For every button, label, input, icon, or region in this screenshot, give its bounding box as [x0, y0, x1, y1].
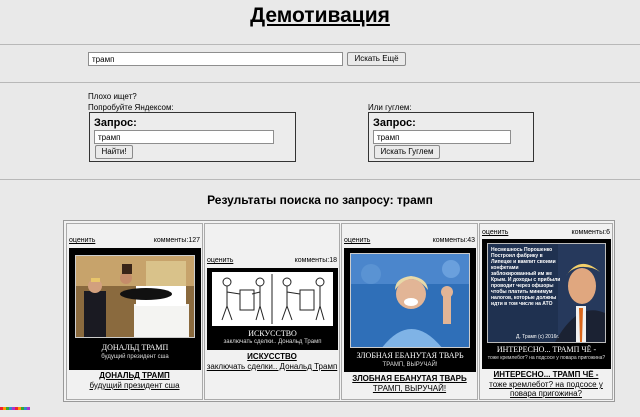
demotivator-image[interactable]: ИСКУССТВО заключать сделки.. Дональд Тра…: [207, 268, 338, 350]
divider: [0, 179, 640, 180]
poster-title: ИНТЕРЕСНО... ТРАМП ЧЁ -: [496, 345, 597, 354]
poster-photo: Несмешнось Порошенко Построил фабрику в …: [487, 243, 606, 343]
site-logo[interactable]: [0, 405, 40, 415]
rate-link[interactable]: оценить: [69, 237, 95, 244]
page-title[interactable]: Демотивация: [0, 4, 640, 28]
comments-count[interactable]: комменты:43: [433, 237, 475, 244]
yandex-find-button[interactable]: Найти!: [95, 145, 133, 159]
result-card: оценить комменты:127 ДОНАЛЬД ТРАМП будущ…: [66, 223, 203, 400]
search-input[interactable]: [88, 52, 343, 66]
result-card: оценить комменты:6 Несмешнось Порошенко …: [479, 223, 613, 400]
poster-photo: [350, 253, 470, 348]
rate-link[interactable]: оценить: [482, 229, 508, 236]
divider: [0, 82, 640, 83]
card-title-link[interactable]: ИНТЕРЕСНО... ТРАМП ЧЁ -: [480, 370, 612, 379]
poster-subtitle: ТРАМП, ВЫРУЧАЙ!: [382, 362, 438, 368]
results-grid: оценить комменты:127 ДОНАЛЬД ТРАМП будущ…: [63, 220, 615, 402]
card-title-link[interactable]: ДОНАЛЬД ТРАМП: [67, 371, 202, 380]
poster-photo: [212, 272, 333, 326]
yandex-query-label: Запрос:: [94, 117, 137, 129]
google-query-input[interactable]: [373, 130, 511, 144]
hint-question: Плохо ищет?: [88, 92, 137, 101]
poster-title: ЗЛОБНАЯ ЕБАНУТАЯ ТВАРЬ: [356, 351, 464, 360]
demotivator-image[interactable]: ДОНАЛЬД ТРАМП будущий президент сша: [69, 248, 201, 370]
google-search-button[interactable]: Искать Гуглем: [374, 145, 440, 159]
poster-title: ИСКУССТВО: [248, 329, 297, 338]
result-card: оценить комменты:43 ЗЛОБНАЯ ЕБАНУТАЯ ТВА…: [341, 223, 478, 400]
card-subtitle-link[interactable]: тоже кремлебот? на подсосе у повара приг…: [480, 380, 612, 398]
search-more-button[interactable]: Искать Ещё: [347, 52, 406, 66]
search-hint: Плохо ищет? Попробуйте Яндексом:: [88, 91, 174, 113]
divider: [0, 44, 640, 45]
rate-link[interactable]: оценить: [344, 237, 370, 244]
rate-link[interactable]: оценить: [207, 257, 233, 264]
poster-title: ДОНАЛЬД ТРАМП: [101, 343, 169, 352]
comments-count[interactable]: комменты:18: [295, 257, 337, 264]
poster-subtitle: будущий президент сша: [101, 354, 169, 360]
poster-photo: [75, 255, 195, 338]
results-heading: Результаты поиска по запросу: трамп: [207, 193, 433, 207]
poster-quote-sign: Д. Трамп (с) 2016г.: [516, 334, 559, 340]
poster-subtitle: тоже кремлебот? на подсосе у повара приг…: [487, 355, 606, 361]
card-subtitle-link[interactable]: ТРАМП, ВЫРУЧАЙ!: [342, 384, 477, 393]
card-subtitle-link[interactable]: будущий президент сша: [67, 381, 202, 390]
card-title-link[interactable]: ИСКУССТВО: [205, 352, 339, 361]
yandex-query-input[interactable]: [94, 130, 274, 144]
google-query-label: Запрос:: [373, 117, 416, 129]
comments-count[interactable]: комменты:6: [572, 229, 611, 236]
poster-quote: Несмешнось Порошенко Построил фабрику в …: [491, 247, 561, 307]
poster-subtitle: заключать сделки.. Дональд Трамп: [223, 339, 322, 345]
card-subtitle-link[interactable]: заключать сделки.. Дональд Трамп: [205, 362, 339, 371]
demotivator-image[interactable]: ЗЛОБНАЯ ЕБАНУТАЯ ТВАРЬ ТРАМП, ВЫРУЧАЙ!: [344, 248, 476, 372]
yandex-search-box: Запрос: Найти!: [89, 112, 296, 162]
demotivator-image[interactable]: Несмешнось Порошенко Построил фабрику в …: [482, 239, 611, 369]
card-title-link[interactable]: ЗЛОБНАЯ ЕБАНУТАЯ ТВАРЬ: [342, 374, 477, 383]
comments-count[interactable]: комменты:127: [154, 237, 200, 244]
google-search-box: Запрос: Искать Гуглем: [368, 112, 534, 162]
result-card: оценить комменты:18 ИСКУССТВО заключать …: [204, 223, 340, 400]
google-label: Или гуглем:: [368, 103, 412, 112]
